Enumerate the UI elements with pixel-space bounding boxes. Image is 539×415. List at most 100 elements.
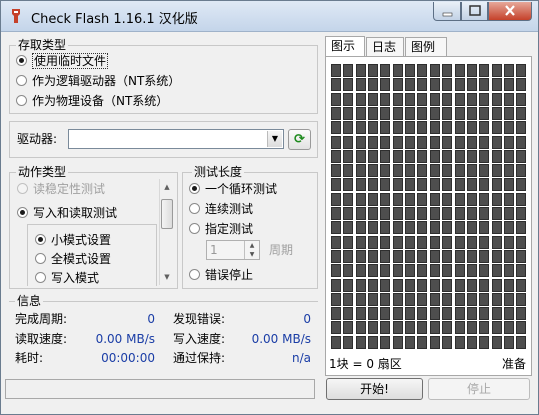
completed-cycles-value: 0: [147, 312, 155, 326]
cycles-unit-label: 周期: [269, 243, 294, 257]
radio-logical-drive[interactable]: 作为逻辑驱动器（NT系统）: [16, 73, 180, 89]
drive-select[interactable]: ▼: [68, 129, 284, 149]
map-block: [479, 221, 490, 235]
action-scrollbar[interactable]: ▲ ▼: [159, 179, 174, 285]
map-block: [417, 78, 428, 92]
maximize-button[interactable]: [461, 2, 488, 21]
map-block: [479, 278, 490, 292]
dropdown-button[interactable]: ▼: [267, 131, 282, 147]
map-block: [454, 106, 465, 120]
radio-label: 读稳定性测试: [33, 182, 106, 196]
map-block: [355, 321, 366, 335]
radio-label: 使用临时文件: [32, 53, 109, 69]
map-block: [491, 249, 502, 263]
map-block: [454, 121, 465, 135]
map-block: [331, 78, 341, 92]
map-block: [479, 78, 490, 92]
map-block: [503, 264, 514, 278]
map-block: [479, 178, 490, 192]
map-block: [516, 307, 527, 321]
passes-value: n/a: [291, 351, 311, 365]
map-block: [516, 264, 527, 278]
refresh-button[interactable]: ⟳: [288, 129, 311, 150]
close-button[interactable]: [488, 2, 532, 21]
radio-stop-on-error[interactable]: 错误停止: [189, 267, 253, 283]
minimize-button[interactable]: [433, 2, 461, 21]
map-block: [516, 78, 527, 92]
map-block: [479, 292, 490, 306]
stop-button[interactable]: 停止: [428, 378, 530, 400]
radio-button-icon: [17, 183, 28, 194]
radio-full-pattern[interactable]: 全模式设置: [35, 251, 111, 267]
title-bar[interactable]: Check Flash 1.16.1 汉化版: [1, 1, 538, 32]
map-block: [516, 192, 527, 206]
map-block: [454, 207, 465, 220]
map-block: [442, 321, 453, 335]
map-block: [503, 192, 514, 206]
map-block: [380, 121, 391, 135]
map-block: [392, 278, 403, 292]
map-block: [355, 307, 366, 321]
tab-log[interactable]: 日志: [366, 37, 404, 57]
scroll-up-arrow-icon[interactable]: ▲: [161, 181, 173, 193]
map-block: [429, 121, 440, 135]
map-block: [392, 235, 403, 249]
radio-write-read-test[interactable]: 写入和读取测试: [17, 205, 117, 221]
map-block: [368, 78, 379, 92]
map-block: [429, 64, 440, 77]
map-block: [442, 249, 453, 263]
map-block: [343, 235, 354, 249]
map-block: [417, 264, 428, 278]
map-block: [466, 335, 477, 349]
start-button[interactable]: 开始!: [326, 378, 423, 400]
map-block: [429, 307, 440, 321]
map-block: [392, 307, 403, 321]
map-block: [479, 92, 490, 106]
map-block: [368, 307, 379, 321]
map-block: [405, 78, 416, 92]
map-block: [479, 207, 490, 220]
map-block: [442, 149, 453, 163]
scroll-thumb[interactable]: [161, 199, 173, 229]
radio-small-pattern[interactable]: 小模式设置: [35, 232, 111, 248]
map-block: [343, 335, 354, 349]
radio-specified[interactable]: 指定测试: [189, 221, 253, 237]
scroll-down-arrow-icon[interactable]: ▼: [161, 271, 173, 283]
map-block: [417, 307, 428, 321]
map-block: [454, 264, 465, 278]
stepper-down-icon[interactable]: ▼: [250, 251, 255, 258]
radio-one-cycle[interactable]: 一个循环测试: [189, 181, 277, 197]
map-block: [442, 64, 453, 77]
cycles-stepper[interactable]: 1 ▲ ▼: [206, 240, 260, 260]
radio-read-stability-test[interactable]: 读稳定性测试: [17, 181, 105, 197]
map-block: [429, 207, 440, 220]
map-block: [405, 249, 416, 263]
map-block: [368, 178, 379, 192]
map-block: [516, 278, 527, 292]
map-block: [368, 221, 379, 235]
radio-write-pattern[interactable]: 写入模式: [35, 270, 99, 286]
map-block: [380, 78, 391, 92]
radio-physical-device[interactable]: 作为物理设备（NT系统）: [16, 93, 168, 109]
stepper-up-icon[interactable]: ▲: [250, 242, 255, 249]
map-block: [355, 249, 366, 263]
map-block: [516, 149, 527, 163]
tab-legend[interactable]: 图例: [405, 37, 447, 57]
map-block: [355, 278, 366, 292]
stepper-buttons[interactable]: ▲ ▼: [244, 241, 259, 259]
map-block: [392, 164, 403, 178]
map-block: [380, 321, 391, 335]
map-block: [429, 164, 440, 178]
map-block: [355, 92, 366, 106]
map-block: [417, 278, 428, 292]
map-block: [405, 135, 416, 149]
map-block: [454, 235, 465, 249]
map-block: [429, 221, 440, 235]
radio-continuous[interactable]: 连续测试: [189, 201, 253, 217]
radio-use-temp-file[interactable]: 使用临时文件: [16, 53, 109, 69]
map-block: [429, 178, 440, 192]
map-block: [454, 221, 465, 235]
tab-map[interactable]: 图示: [325, 36, 365, 57]
map-block: [516, 249, 527, 263]
chevron-down-icon: ▼: [271, 134, 279, 143]
